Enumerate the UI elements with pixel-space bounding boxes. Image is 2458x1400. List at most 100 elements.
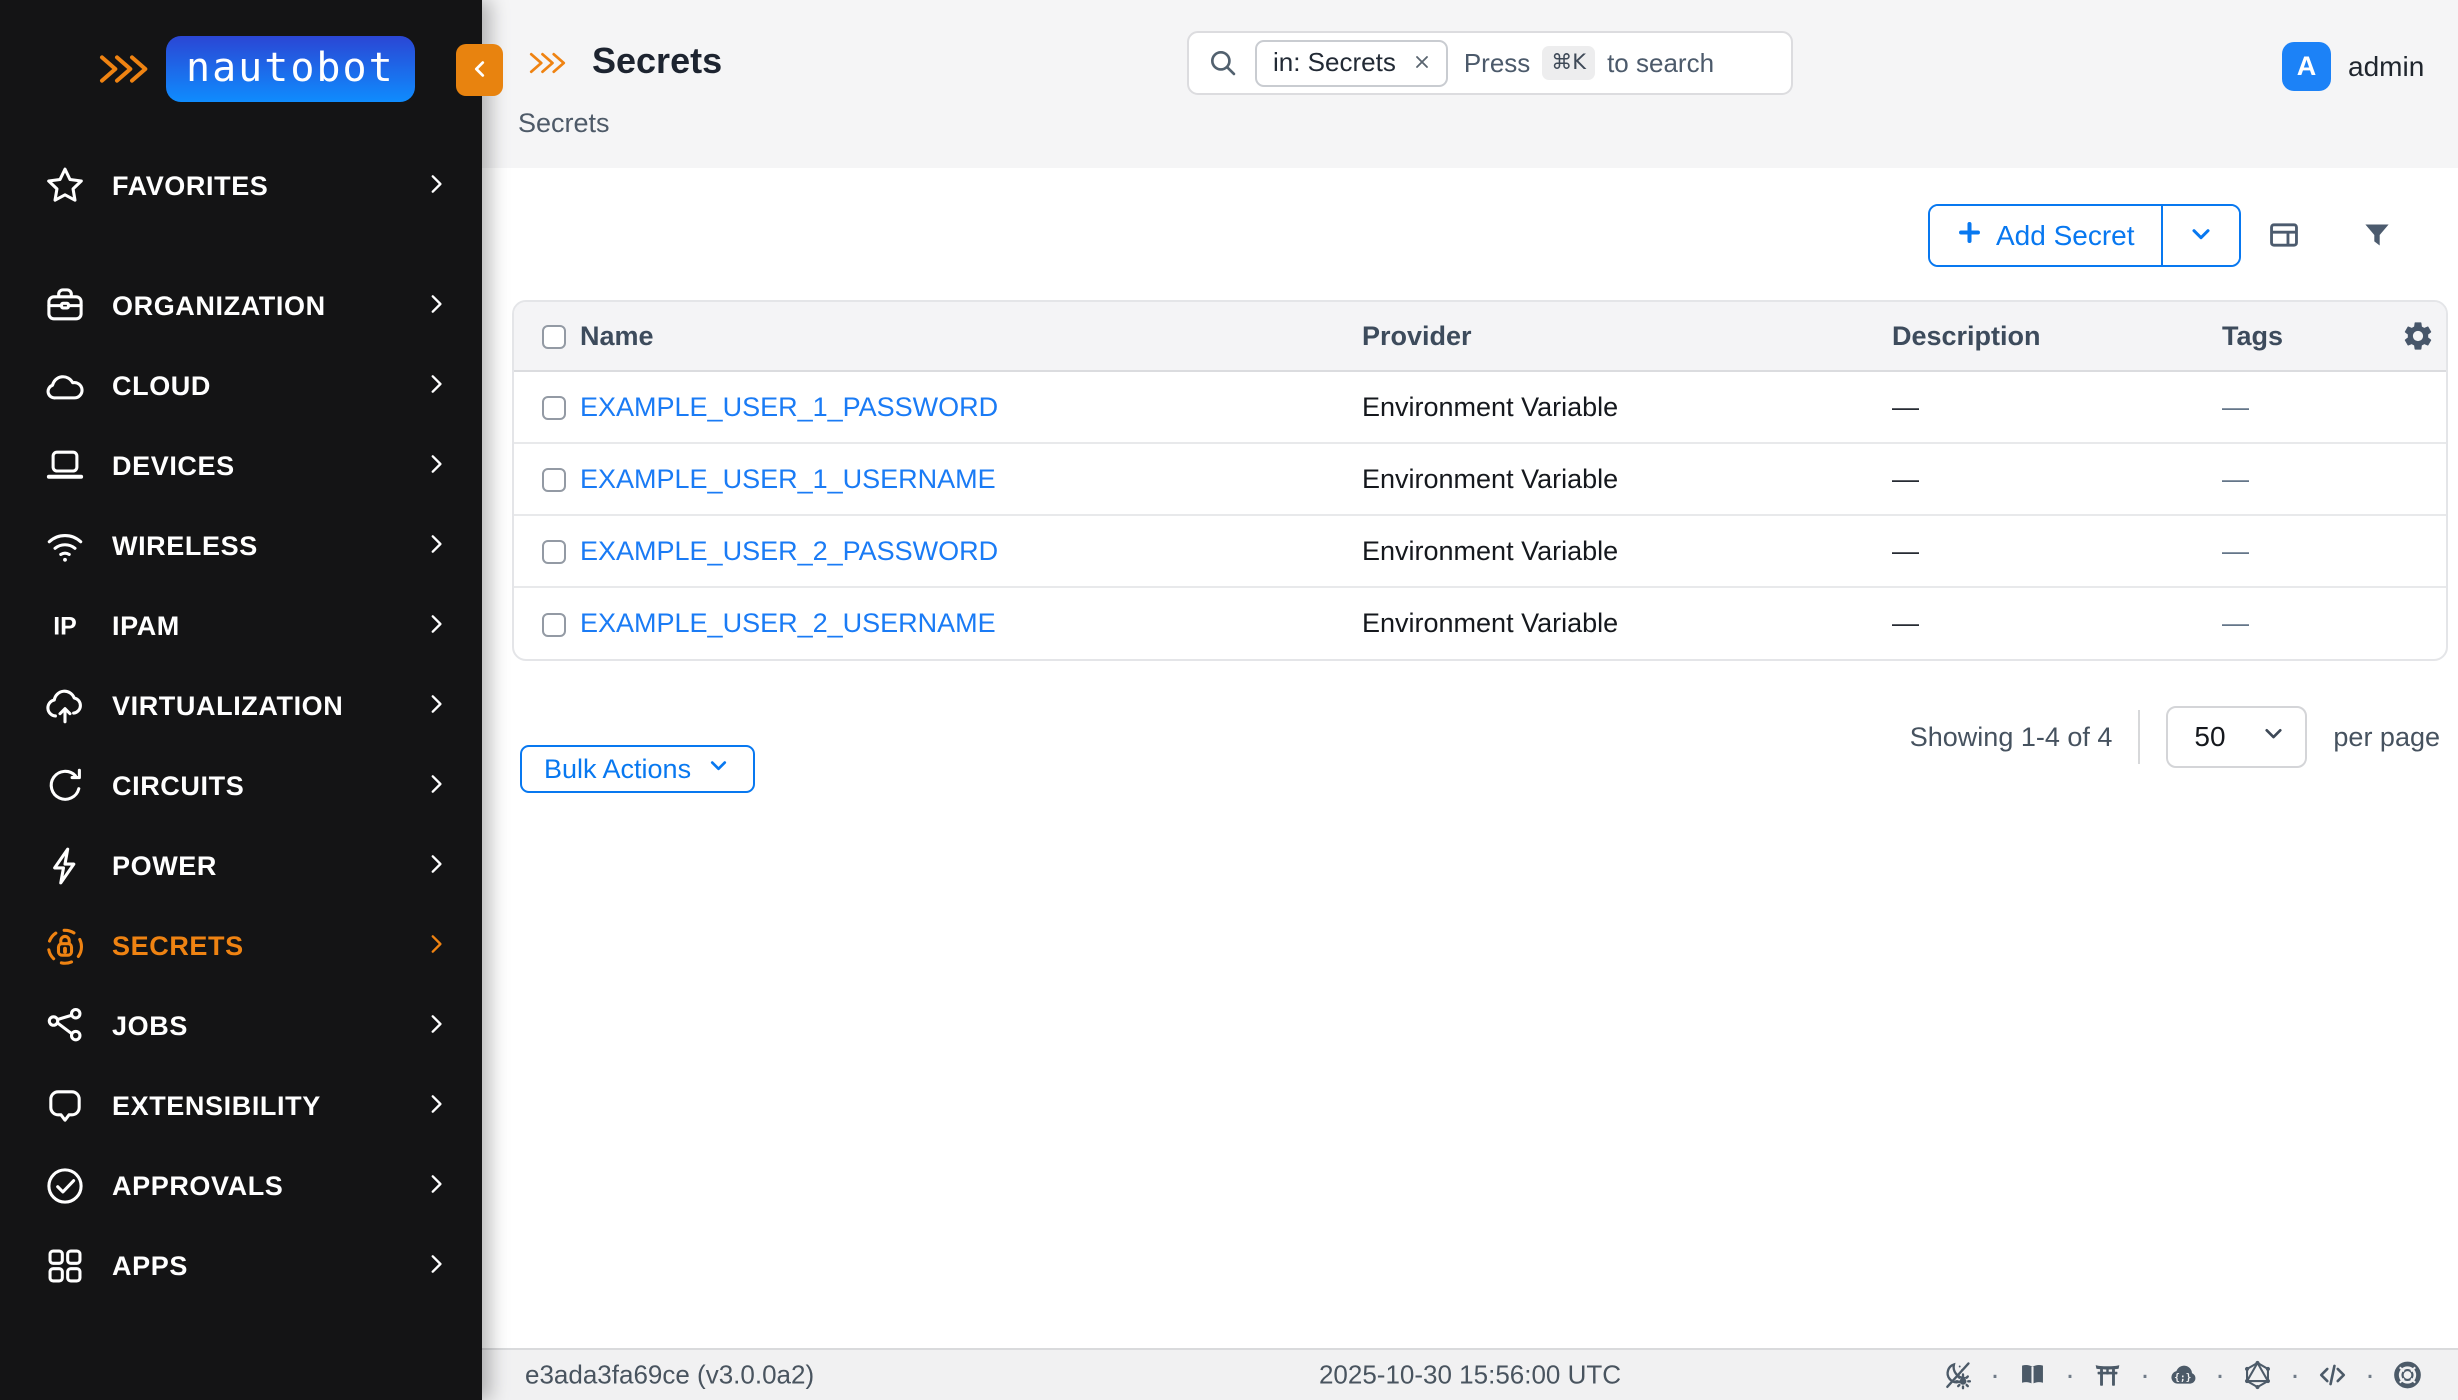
- code-icon[interactable]: [2316, 1359, 2349, 1392]
- graphql-icon[interactable]: [2241, 1359, 2274, 1392]
- add-secret-dropdown-button[interactable]: [2161, 206, 2239, 265]
- description-value: —: [1880, 587, 2210, 659]
- per-page-label: per page: [2333, 722, 2440, 753]
- tags-value: —: [2210, 443, 2385, 515]
- add-secret-split-button: Add Secret: [1928, 204, 2241, 267]
- user-menu[interactable]: A admin: [2282, 42, 2424, 91]
- main-area: Secrets Secrets in: Secrets Press ⌘K to …: [482, 0, 2458, 1400]
- cloud-icon: [40, 361, 90, 411]
- row-checkbox[interactable]: [542, 396, 566, 420]
- filter-button[interactable]: [2360, 218, 2394, 252]
- sidebar-item-virtualization[interactable]: VIRTUALIZATION: [40, 666, 450, 746]
- page-size-value: 50: [2194, 721, 2225, 753]
- briefcase-icon: [40, 281, 90, 331]
- lock-scan-icon: [40, 921, 90, 971]
- table-layout-button[interactable]: [2264, 218, 2304, 252]
- add-secret-button[interactable]: Add Secret: [1930, 206, 2161, 265]
- close-icon[interactable]: [1412, 52, 1432, 72]
- chevron-right-icon: [422, 850, 450, 883]
- sidebar-item-wireless[interactable]: WIRELESS: [40, 506, 450, 586]
- svg-text:{;}: {;}: [2174, 1373, 2191, 1384]
- sidebar: nautobot FAVORITES ORGANIZATION: [0, 0, 482, 1400]
- showing-count: Showing 1-4 of 4: [1910, 722, 2113, 753]
- sidebar-item-label: APPS: [112, 1251, 422, 1282]
- table-settings-button[interactable]: [2401, 319, 2435, 353]
- secrets-table: Name Provider Description Tags: [512, 300, 2448, 661]
- search-scope-label: in: Secrets: [1273, 47, 1396, 78]
- row-checkbox[interactable]: [542, 468, 566, 492]
- bulk-actions-button[interactable]: Bulk Actions: [520, 745, 755, 793]
- provider-value: Environment Variable: [1350, 371, 1880, 443]
- sidebar-item-extensibility[interactable]: EXTENSIBILITY: [40, 1066, 450, 1146]
- nautobot-logo[interactable]: nautobot: [0, 0, 482, 102]
- chevron-left-icon: [469, 58, 491, 83]
- ip-icon: IP: [40, 601, 90, 651]
- content-panel: Add Secret: [482, 168, 2458, 1348]
- chevron-right-icon: [422, 610, 450, 643]
- search-scope-chip[interactable]: in: Secrets: [1255, 40, 1448, 87]
- cloud-upload-icon: [40, 681, 90, 731]
- secret-link[interactable]: EXAMPLE_USER_1_PASSWORD: [580, 392, 998, 422]
- chevron-right-icon: [422, 1170, 450, 1203]
- description-value: —: [1880, 443, 2210, 515]
- dot-separator: ·: [2290, 1360, 2300, 1390]
- page-size-select[interactable]: 50: [2166, 706, 2307, 768]
- user-name: admin: [2348, 51, 2424, 83]
- sidebar-item-cloud[interactable]: CLOUD: [40, 346, 450, 426]
- sidebar-item-secrets[interactable]: SECRETS: [40, 906, 450, 986]
- sidebar-collapse-button[interactable]: [456, 44, 503, 96]
- sidebar-item-circuits[interactable]: CIRCUITS: [40, 746, 450, 826]
- cloud-api-icon[interactable]: {;}: [2166, 1359, 2199, 1392]
- chevron-down-icon: [706, 753, 731, 785]
- sidebar-item-organization[interactable]: ORGANIZATION: [40, 266, 450, 346]
- global-search-input[interactable]: in: Secrets Press ⌘K to search: [1187, 31, 1793, 95]
- table-row: EXAMPLE_USER_2_USERNAME Environment Vari…: [514, 587, 2448, 659]
- check-circle-icon: [40, 1161, 90, 1211]
- select-all-checkbox[interactable]: [542, 325, 566, 349]
- chevron-down-icon: [2187, 220, 2215, 251]
- pagination: Showing 1-4 of 4 50 per page: [1910, 705, 2440, 769]
- sidebar-item-favorites[interactable]: FAVORITES: [40, 146, 450, 226]
- column-header-tags[interactable]: Tags: [2210, 302, 2385, 371]
- sidebar-item-label: SECRETS: [112, 931, 422, 962]
- chevron-right-icon: [422, 690, 450, 723]
- filter-icon: [2360, 218, 2394, 252]
- theme-toggle-icon[interactable]: [1941, 1359, 1974, 1392]
- sidebar-item-approvals[interactable]: APPROVALS: [40, 1146, 450, 1226]
- table-row: EXAMPLE_USER_1_USERNAME Environment Vari…: [514, 443, 2448, 515]
- sidebar-item-jobs[interactable]: JOBS: [40, 986, 450, 1066]
- svg-text:IP: IP: [53, 612, 77, 640]
- docs-book-icon[interactable]: [2016, 1359, 2049, 1392]
- sidebar-item-label: JOBS: [112, 1011, 422, 1042]
- breadcrumb[interactable]: Secrets: [518, 108, 610, 139]
- torii-gate-icon[interactable]: [2091, 1359, 2124, 1392]
- secret-link[interactable]: EXAMPLE_USER_1_USERNAME: [580, 464, 996, 494]
- column-header-name[interactable]: Name: [568, 302, 1350, 371]
- chevron-right-icon: [422, 1090, 450, 1123]
- sidebar-item-ipam[interactable]: IP IPAM: [40, 586, 450, 666]
- search-hint: Press ⌘K to search: [1464, 46, 1714, 80]
- tags-value: —: [2210, 587, 2385, 659]
- secret-link[interactable]: EXAMPLE_USER_2_USERNAME: [580, 608, 996, 638]
- tags-value: —: [2210, 371, 2385, 443]
- column-header-description[interactable]: Description: [1880, 302, 2210, 371]
- sidebar-item-label: EXTENSIBILITY: [112, 1091, 422, 1122]
- row-checkbox[interactable]: [542, 540, 566, 564]
- sidebar-item-label: FAVORITES: [112, 171, 422, 202]
- secret-link[interactable]: EXAMPLE_USER_2_PASSWORD: [580, 536, 998, 566]
- table-layout-icon: [2264, 218, 2304, 252]
- sidebar-item-power[interactable]: POWER: [40, 826, 450, 906]
- table-row: EXAMPLE_USER_1_PASSWORD Environment Vari…: [514, 371, 2448, 443]
- row-checkbox[interactable]: [542, 613, 566, 637]
- tags-value: —: [2210, 515, 2385, 587]
- help-lifebuoy-icon[interactable]: [2391, 1359, 2424, 1392]
- title-row: Secrets: [528, 40, 722, 82]
- column-header-provider[interactable]: Provider: [1350, 302, 1880, 371]
- sidebar-item-devices[interactable]: DEVICES: [40, 426, 450, 506]
- sidebar-item-apps[interactable]: APPS: [40, 1226, 450, 1306]
- sidebar-item-label: IPAM: [112, 611, 422, 642]
- dot-separator: ·: [2215, 1360, 2225, 1390]
- wifi-icon: [40, 521, 90, 571]
- chevron-right-icon: [422, 530, 450, 563]
- star-icon: [40, 161, 90, 211]
